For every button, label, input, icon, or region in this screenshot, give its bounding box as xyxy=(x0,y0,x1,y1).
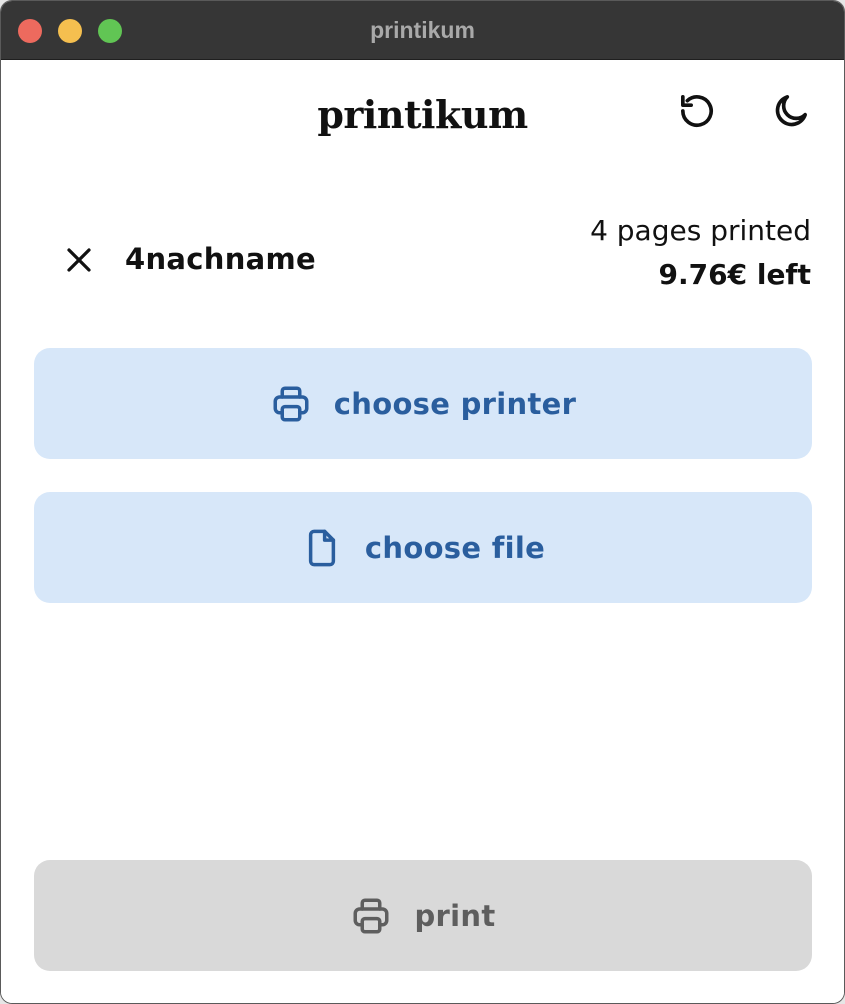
close-icon xyxy=(64,245,94,280)
refresh-button[interactable] xyxy=(675,91,719,135)
choose-printer-button[interactable]: choose printer xyxy=(34,348,812,459)
balance-left: 9.76€ left xyxy=(658,258,811,291)
choose-printer-label: choose printer xyxy=(333,386,577,421)
theme-toggle-button[interactable] xyxy=(769,91,813,135)
moon-icon xyxy=(771,91,811,136)
file-icon xyxy=(301,527,343,569)
main-content: printikum 4nachname 4 pages printed 9.76… xyxy=(1,60,844,1003)
choose-file-label: choose file xyxy=(364,530,546,565)
choose-file-button[interactable]: choose file xyxy=(34,492,812,603)
refresh-icon xyxy=(677,91,717,136)
pages-printed-count: 4 pages printed xyxy=(590,214,811,247)
printer-icon xyxy=(350,895,392,937)
print-button[interactable]: print xyxy=(34,860,812,971)
title-bar: printikum xyxy=(1,1,844,60)
username: 4nachname xyxy=(125,242,317,276)
window-title: printikum xyxy=(370,17,475,43)
print-label: print xyxy=(414,898,496,933)
printer-icon xyxy=(270,383,312,425)
app-window: printikum printikum 4nachname 4 pages pr… xyxy=(0,0,845,1004)
logout-button[interactable] xyxy=(59,242,99,282)
